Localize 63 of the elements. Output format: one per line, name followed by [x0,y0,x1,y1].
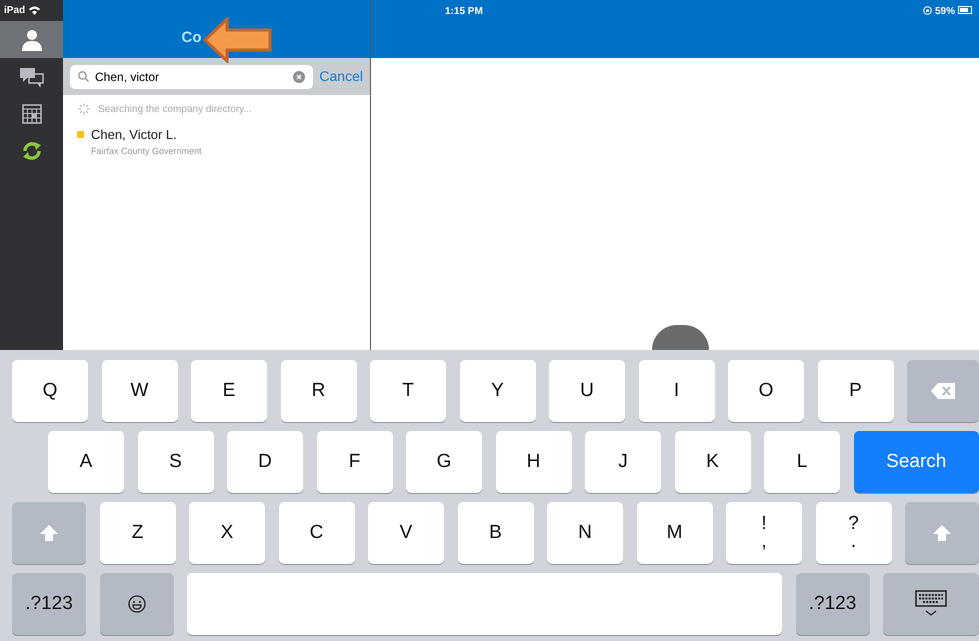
emoji-key[interactable] [100,573,174,635]
shift-key[interactable] [12,502,86,564]
shift-arrow-icon [40,525,58,541]
key[interactable]: I [638,360,714,422]
key[interactable]: Z [100,502,176,564]
key[interactable]: T [370,360,446,422]
wifi-icon [29,6,40,15]
key-popup-bubble [652,325,709,350]
key[interactable]: Q [12,360,88,422]
key[interactable]: K [674,431,750,493]
key[interactable]: V [368,502,444,564]
key[interactable]: J [585,431,661,493]
shift-arrow-icon [933,525,951,541]
battery-percent: 59% [934,5,955,19]
key[interactable]: E [191,360,267,422]
calendar-icon [22,104,42,124]
orientation-lock-icon [922,6,932,15]
backspace-icon [931,383,955,399]
key[interactable]: D [227,431,303,493]
key[interactable]: S [138,431,214,493]
key[interactable]: H [496,431,572,493]
keyboard-icon [915,590,947,618]
key[interactable]: R [280,360,356,422]
key[interactable]: ! , [726,502,802,564]
pointer-arrow-icon [203,17,273,63]
search-status: Searching the company directory... [98,102,252,116]
hide-keyboard-key[interactable] [883,573,979,635]
key[interactable]: U [549,360,625,422]
key[interactable]: Y [460,360,536,422]
smiley-icon [128,595,146,613]
chat-bubbles-icon [20,66,44,86]
panel-title: Co [182,28,202,48]
key[interactable]: W [102,360,178,422]
shift-key[interactable] [905,502,979,564]
key[interactable]: A [48,431,124,493]
key[interactable]: N [547,502,623,564]
key[interactable]: ? . [816,502,892,564]
key[interactable]: M [636,502,712,564]
backspace-key[interactable] [907,360,979,422]
contact-organization: Fairfax County Government [91,144,202,158]
search-key[interactable]: Search [854,431,979,493]
battery-icon [958,6,972,14]
numbers-key[interactable]: .?123 [796,573,870,635]
contact-name: Chen, Victor L. [91,126,178,144]
key[interactable]: C [278,502,354,564]
sidebar-item[interactable] [0,21,63,58]
key[interactable]: X [189,502,265,564]
result-item[interactable]: Chen, Victor L. Fairfax County Government [63,123,370,158]
key[interactable]: F [316,431,392,493]
spinner-icon [78,103,90,115]
device-label: iPad [4,4,26,18]
key[interactable]: L [764,431,840,493]
search-icon [78,71,89,82]
clock: 1:15 PM [445,5,483,19]
key[interactable]: B [458,502,534,564]
key[interactable]: P [818,360,894,422]
key[interactable]: G [406,431,482,493]
sync-arrows-icon [20,140,42,162]
numbers-key[interactable]: .?123 [12,573,86,635]
person-icon [20,28,42,50]
key[interactable]: O [728,360,804,422]
search-field[interactable]: Chen, victor [70,64,314,88]
clear-icon[interactable] [293,70,306,82]
